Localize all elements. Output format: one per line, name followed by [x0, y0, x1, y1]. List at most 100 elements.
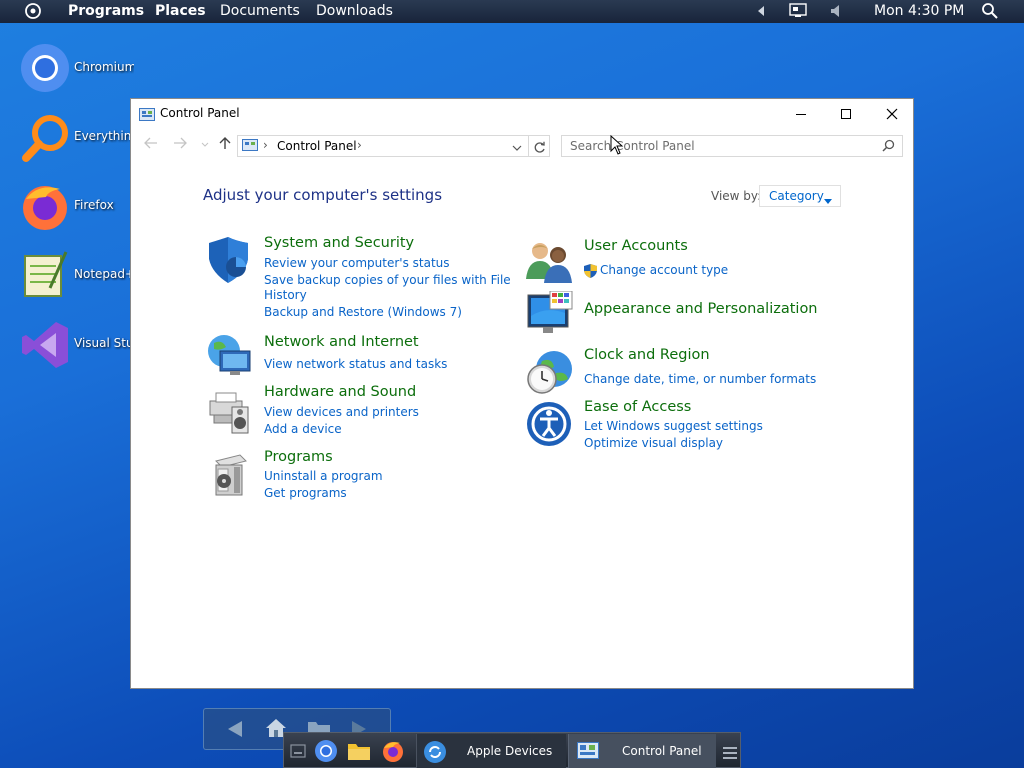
firefox-icon [20, 181, 72, 233]
task-label: Apple Devices [467, 744, 553, 758]
link-get-programs[interactable]: Get programs [264, 486, 347, 500]
address-box[interactable]: › Control Panel › [237, 135, 529, 157]
search-icon[interactable] [981, 2, 999, 24]
monitor-palette-icon[interactable] [526, 290, 574, 339]
top-panel: Programs Places Documents Downloads Mon … [0, 0, 1024, 23]
close-button[interactable] [869, 99, 915, 129]
file-manager-icon[interactable] [347, 740, 371, 766]
desktop-icon-label: Everything [74, 129, 134, 143]
category-ease-of-access: Ease of Access Let Windows suggest setti… [526, 399, 846, 453]
recent-locations-button[interactable] [195, 136, 215, 156]
programs-icon[interactable] [206, 451, 254, 499]
up-button[interactable] [215, 136, 235, 156]
category-appearance: Appearance and Personalization [526, 290, 846, 339]
link-network-status[interactable]: View network status and tasks [264, 357, 447, 371]
chevron-right-icon[interactable]: › [357, 138, 362, 152]
page-title: Adjust your computer's settings [203, 186, 443, 204]
users-icon[interactable] [526, 239, 574, 287]
link-optimize-display[interactable]: Optimize visual display [584, 436, 723, 450]
desktop-icon-visual-studio[interactable]: Visual Studio [18, 319, 148, 379]
desktop-icon-notepad[interactable]: Notepad++ [18, 250, 148, 310]
chromium-icon[interactable] [314, 739, 338, 767]
desktop-icon-label: Firefox [74, 198, 114, 212]
notepad-plus-icon [20, 250, 72, 302]
hamburger-menu-icon[interactable] [723, 744, 737, 763]
firefox-icon[interactable] [381, 739, 405, 767]
taskbar: Apple Devices Control Panel [283, 732, 741, 768]
link-file-history[interactable]: Save backup copies of your files with Fi… [264, 273, 511, 287]
category-title[interactable]: System and Security [264, 235, 414, 251]
volume-icon[interactable] [830, 4, 842, 22]
clock-globe-icon[interactable] [526, 349, 574, 397]
menu-downloads[interactable]: Downloads [316, 3, 393, 19]
forward-button[interactable] [170, 137, 190, 157]
menu-documents[interactable]: Documents [220, 3, 300, 19]
task-control-panel[interactable]: Control Panel [568, 734, 716, 768]
breadcrumb-control-panel[interactable]: Control Panel [277, 139, 357, 153]
menu-programs[interactable]: Programs [68, 3, 144, 19]
clock[interactable]: Mon 4:30 PM [874, 3, 964, 19]
refresh-icon [533, 139, 546, 158]
sync-icon [423, 740, 447, 767]
category-hardware-sound: Hardware and Sound View devices and prin… [206, 384, 506, 439]
shield-icon[interactable] [206, 237, 254, 285]
printer-speaker-icon[interactable] [206, 387, 254, 435]
desktop-icon-chromium[interactable]: Chromium [18, 43, 148, 103]
desktop-icon-firefox[interactable]: Firefox [18, 181, 148, 241]
window-title: Control Panel [160, 106, 240, 120]
link-change-date-time[interactable]: Change date, time, or number formats [584, 372, 816, 386]
chevron-right-icon[interactable]: › [263, 138, 268, 152]
link-suggest-settings[interactable]: Let Windows suggest settings [584, 419, 763, 433]
control-panel-icon [139, 107, 155, 126]
back-button[interactable] [141, 137, 161, 157]
arrow-left-icon[interactable] [756, 4, 766, 22]
maximize-button[interactable] [823, 99, 869, 129]
desktop-icon-label: Chromium [74, 60, 134, 74]
desktop-icon-label: Notepad++ [74, 267, 134, 281]
show-desktop-icon[interactable] [290, 743, 306, 762]
category-title[interactable]: Hardware and Sound [264, 384, 416, 400]
control-panel-icon [242, 139, 258, 155]
title-bar[interactable]: Control Panel [131, 99, 913, 129]
category-title[interactable]: Network and Internet [264, 334, 419, 350]
task-label: Control Panel [622, 744, 702, 758]
link-devices-printers[interactable]: View devices and printers [264, 405, 419, 419]
link-file-history-cont[interactable]: History [264, 288, 307, 302]
search-placeholder: Search Control Panel [570, 139, 695, 153]
mouse-cursor-icon [610, 134, 624, 159]
link-uninstall-program[interactable]: Uninstall a program [264, 469, 383, 483]
category-title[interactable]: User Accounts [584, 238, 688, 254]
view-by-dropdown[interactable]: Category [759, 185, 841, 207]
search-icon[interactable] [882, 139, 895, 155]
link-backup-restore[interactable]: Backup and Restore (Windows 7) [264, 305, 462, 319]
refresh-button[interactable] [528, 135, 550, 157]
link-review-status[interactable]: Review your computer's status [264, 256, 450, 270]
visual-studio-icon [20, 319, 72, 371]
link-add-device[interactable]: Add a device [264, 422, 342, 436]
address-bar: › Control Panel › Search Control Panel [131, 133, 913, 159]
category-clock-region: Clock and Region Change date, time, or n… [526, 347, 846, 397]
network-icon[interactable] [206, 333, 254, 381]
category-title[interactable]: Appearance and Personalization [584, 301, 818, 317]
view-by-label: View by: [711, 189, 762, 203]
arrow-left-icon[interactable] [226, 719, 244, 743]
link-change-account-type[interactable]: Change account type [600, 263, 728, 277]
chromium-icon [20, 43, 72, 95]
category-network-internet: Network and Internet View network status… [206, 334, 506, 377]
category-title[interactable]: Ease of Access [584, 399, 691, 415]
desktop-icon-label: Visual Studio [74, 336, 134, 350]
category-title[interactable]: Programs [264, 449, 333, 465]
everything-search-icon [20, 112, 72, 164]
ease-of-access-icon[interactable] [526, 401, 574, 449]
task-apple-devices[interactable]: Apple Devices [416, 734, 566, 768]
view-by-value: Category [769, 189, 824, 203]
category-programs: Programs Uninstall a program Get program… [206, 449, 506, 503]
control-panel-window: Control Panel › Control Panel › Search C… [130, 98, 914, 689]
chevron-down-icon[interactable] [512, 141, 522, 155]
category-title[interactable]: Clock and Region [584, 347, 710, 363]
menu-places[interactable]: Places [155, 3, 206, 19]
activities-icon[interactable] [24, 2, 42, 24]
display-icon[interactable] [788, 3, 808, 23]
desktop-icon-everything[interactable]: Everything [18, 112, 148, 172]
minimize-button[interactable] [778, 99, 824, 129]
